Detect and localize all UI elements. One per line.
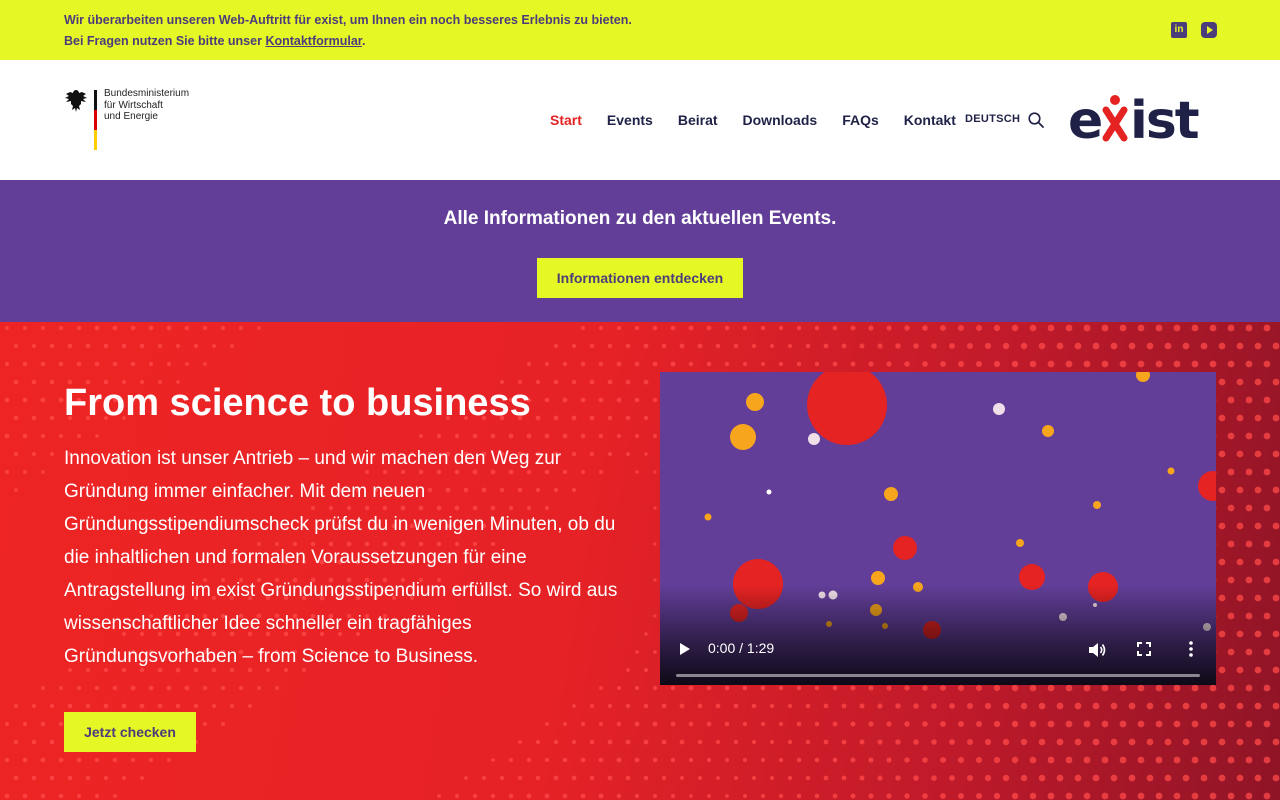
site-header: Bundesministerium für Wirtschaft und Ene…	[0, 60, 1280, 180]
contact-form-link[interactable]: Kontaktformular	[265, 34, 362, 48]
more-options-icon[interactable]	[1189, 641, 1193, 657]
notice-text: Wir überarbeiten unseren Web-Auftritt fü…	[64, 10, 632, 52]
ministry-line-1: Bundesministerium	[104, 88, 190, 99]
nav-item-start[interactable]: Start	[550, 112, 582, 128]
video-time: 0:00 / 1:29	[708, 640, 775, 656]
search-icon[interactable]	[1028, 112, 1044, 128]
notice-line-2: Bei Fragen nutzen Sie bitte unser Kontak…	[64, 31, 632, 52]
nav-item-kontakt[interactable]: Kontakt	[904, 112, 956, 128]
hero-section: From science to business Innovation ist …	[0, 322, 1280, 800]
nav-item-faqs[interactable]: FAQs	[842, 112, 879, 128]
ministry-line-2: für Wirtschaft	[104, 99, 163, 111]
hero-text: Innovation ist unser Antrieb – und wir m…	[64, 448, 618, 667]
volume-icon[interactable]	[1088, 642, 1106, 658]
notice-line-1: Wir überarbeiten unseren Web-Auftritt fü…	[64, 13, 632, 27]
german-flag-stripe	[94, 90, 97, 150]
youtube-icon[interactable]	[1201, 22, 1217, 38]
video-player[interactable]: 0:00 / 1:29	[660, 372, 1216, 685]
svg-text:ist: ist	[1130, 91, 1199, 148]
events-band: Alle Informationen zu den aktuellen Even…	[0, 180, 1280, 322]
ministry-logo[interactable]: Bundesministerium für Wirtschaft und Ene…	[64, 88, 204, 152]
events-band-title: Alle Informationen zu den aktuellen Even…	[443, 208, 837, 229]
notice-line-2-prefix: Bei Fragen nutzen Sie bitte unser	[64, 34, 266, 48]
federal-eagle-icon	[65, 90, 87, 112]
linkedin-icon[interactable]: in	[1171, 22, 1187, 38]
nav-item-events[interactable]: Events	[607, 112, 653, 128]
ministry-line-3: und Energie	[104, 111, 158, 122]
hero-title: From science to business	[64, 382, 531, 424]
nav-item-beirat[interactable]: Beirat	[678, 112, 718, 128]
linkedin-glyph: in	[1174, 24, 1184, 35]
notice-bar: Wir überarbeiten unseren Web-Auftritt fü…	[0, 0, 1280, 60]
exist-logo[interactable]: e ist	[1068, 88, 1218, 148]
play-icon[interactable]	[680, 643, 690, 655]
ministry-name: Bundesministerium für Wirtschaft und Ene…	[104, 88, 214, 123]
svg-text:e: e	[1068, 91, 1101, 148]
video-scrubber[interactable]	[676, 674, 1200, 677]
nav-item-downloads[interactable]: Downloads	[743, 112, 818, 128]
fullscreen-icon[interactable]	[1137, 642, 1151, 656]
check-now-button[interactable]: Jetzt checken	[64, 712, 196, 752]
main-nav: Start Events Beirat Downloads FAQs Konta…	[550, 112, 981, 128]
discover-info-button[interactable]: Informationen entdecken	[537, 258, 743, 298]
language-switcher[interactable]: DEUTSCH	[965, 113, 1020, 125]
notice-line-2-suffix: .	[361, 34, 366, 48]
video-controls: 0:00 / 1:29	[660, 585, 1216, 685]
